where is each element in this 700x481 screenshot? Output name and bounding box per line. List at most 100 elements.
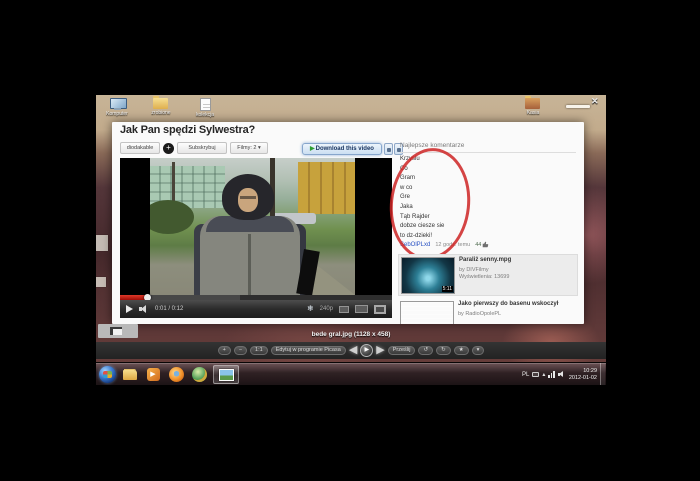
video-title: Jak Pan spędzi Sylwestra? bbox=[120, 124, 255, 136]
network-icon[interactable] bbox=[548, 371, 555, 378]
speaker-icon[interactable] bbox=[558, 371, 566, 379]
globe-icon bbox=[192, 367, 207, 382]
download-option-button-1[interactable] bbox=[384, 143, 393, 155]
jacket-zipper bbox=[248, 234, 251, 295]
small-player-button[interactable] bbox=[339, 306, 349, 313]
taskbar-media-player-button[interactable]: ▶ bbox=[144, 366, 162, 384]
desktop-icon-computer[interactable]: Komputer bbox=[98, 98, 136, 117]
related-video-1[interactable]: 5:11 Paraliż senny.mpg by DIVFilmy Wyświ… bbox=[398, 254, 578, 296]
taskbar-globe-app-button[interactable] bbox=[190, 366, 208, 384]
download-play-icon: ▶ bbox=[310, 146, 315, 152]
related-author: by DIVFilmy bbox=[459, 267, 511, 273]
related-thumbnail bbox=[400, 301, 454, 324]
desktop-icon-folder-1[interactable]: zrobione bbox=[142, 98, 180, 116]
video-frame bbox=[150, 158, 355, 295]
actual-size-button[interactable]: 1:1 bbox=[250, 346, 268, 355]
player-controls: 0:01 / 0:12 ❄ 240p bbox=[120, 300, 392, 318]
rotate-right-button[interactable]: ↻ bbox=[436, 346, 451, 355]
viewer-toolbar: + − 1:1 Edytuj w programie Picasa ◀ ▶ ▶ … bbox=[96, 342, 606, 359]
comment-age: 12 godz. temu bbox=[435, 242, 470, 248]
taskbar: ▶ PL ▴ 10:29 2012-01-02 bbox=[96, 362, 606, 385]
related-text: Paraliż senny.mpg by DIVFilmy Wyświetlen… bbox=[459, 257, 511, 293]
upload-button[interactable]: Prześlij bbox=[388, 346, 416, 355]
large-player-button[interactable] bbox=[355, 305, 368, 313]
fullscreen-button[interactable] bbox=[374, 305, 386, 314]
next-image-arrow[interactable]: ▶ bbox=[376, 345, 384, 356]
duration-badge: 5:11 bbox=[442, 286, 453, 292]
desktop-icon-label: Kasia bbox=[514, 110, 552, 116]
comment-line: to dz-dzieki! bbox=[400, 232, 530, 242]
quality-button[interactable]: 240p bbox=[320, 306, 333, 312]
related-title: Jako pierwszy do basenu wskoczył bbox=[458, 301, 558, 309]
comment-line: Krzysiu bbox=[400, 155, 530, 165]
person-face bbox=[238, 188, 258, 212]
taskbar-buttons: ▶ bbox=[99, 363, 239, 385]
download-label: Download this video bbox=[316, 146, 374, 152]
channel-button[interactable]: diodakable bbox=[120, 142, 160, 154]
download-video-button[interactable]: ▶Download this video bbox=[302, 143, 382, 155]
comment-meta: SebOlPLxd 12 godz. temu 44 bbox=[400, 241, 489, 248]
comment-line: Jaka bbox=[400, 203, 530, 213]
edit-in-picasa-button[interactable]: Edytuj w programie Picasa bbox=[271, 346, 346, 355]
building-right bbox=[298, 162, 355, 214]
likes-count: 44 bbox=[475, 242, 481, 248]
close-icon[interactable]: ✕ bbox=[591, 96, 599, 107]
person-glasses bbox=[240, 196, 256, 199]
desktop-icon-folder-2[interactable]: Kasia bbox=[514, 98, 552, 116]
related-title: Paraliż senny.mpg bbox=[459, 257, 511, 265]
snowflake-icon[interactable]: ❄ bbox=[307, 305, 314, 313]
zoom-out-button[interactable]: − bbox=[234, 346, 247, 355]
tray-clock[interactable]: 10:29 2012-01-02 bbox=[569, 368, 597, 381]
media-player-icon: ▶ bbox=[147, 368, 160, 381]
star-button[interactable]: ★ bbox=[454, 346, 469, 355]
computer-icon bbox=[110, 98, 125, 110]
document-icon bbox=[200, 98, 211, 111]
screenshot-stage: Komputer zrobione kolekcja Kasia ✕ Jak P… bbox=[0, 0, 700, 481]
firefox-icon bbox=[169, 367, 184, 382]
desktop-fragment bbox=[96, 235, 108, 251]
language-indicator[interactable]: PL bbox=[522, 372, 529, 378]
subscribe-button[interactable]: Subskrybuj bbox=[177, 142, 227, 154]
desktop-fragment bbox=[96, 277, 106, 287]
picture-icon bbox=[219, 369, 234, 381]
minimize-indicator[interactable] bbox=[566, 105, 590, 108]
collapse-toolbar-button[interactable]: ▾ bbox=[472, 346, 485, 355]
folder-icon bbox=[525, 98, 540, 109]
photo-viewer-image: Jak Pan spędzi Sylwestra? diodakable + S… bbox=[112, 122, 584, 324]
video-screen[interactable] bbox=[120, 158, 392, 295]
previous-image-arrow[interactable]: ◀ bbox=[349, 345, 357, 356]
start-button[interactable] bbox=[99, 366, 116, 383]
comment-line: Gre bbox=[400, 193, 530, 203]
taskbar-photo-viewer-button[interactable] bbox=[213, 365, 239, 384]
taskbar-explorer-button[interactable] bbox=[121, 366, 139, 384]
show-desktop-button[interactable] bbox=[600, 363, 605, 385]
bush bbox=[150, 200, 194, 234]
image-caption: bede gral.jpg (1128 x 458) bbox=[96, 331, 606, 338]
play-button[interactable] bbox=[126, 305, 133, 313]
related-views: Wyświetlenia: 13699 bbox=[459, 274, 511, 280]
related-video-2[interactable]: Jako pierwszy do basenu wskoczył by Radi… bbox=[398, 299, 578, 324]
slideshow-play-button[interactable]: ▶ bbox=[360, 344, 373, 357]
desktop: Komputer zrobione kolekcja Kasia ✕ Jak P… bbox=[96, 95, 606, 385]
desktop-icon-label: kolekcja bbox=[186, 112, 224, 118]
comments-header: Najlepsze komentarze bbox=[400, 142, 576, 153]
tray-date: 2012-01-02 bbox=[569, 375, 597, 382]
subscribe-plus-icon[interactable]: + bbox=[163, 143, 174, 154]
volume-icon[interactable] bbox=[139, 305, 149, 313]
video-player: 0:01 / 0:12 ❄ 240p bbox=[120, 158, 392, 318]
explorer-icon bbox=[123, 370, 137, 380]
desktop-icon-label: Komputer bbox=[98, 111, 136, 117]
hidden-icons-caret[interactable]: ▴ bbox=[542, 372, 545, 378]
desktop-icon-label: zrobione bbox=[142, 110, 180, 116]
zoom-in-button[interactable]: + bbox=[218, 346, 231, 355]
comment-line: Gram bbox=[400, 174, 530, 184]
time-display: 0:01 / 0:12 bbox=[155, 306, 183, 312]
comment-body: Krzysiu Co Gram w co Gre Jaka Tąb Rajder… bbox=[400, 155, 530, 241]
taskbar-firefox-button[interactable] bbox=[167, 366, 185, 384]
comment-likes: 44 bbox=[475, 241, 489, 248]
rotate-left-button[interactable]: ↺ bbox=[418, 346, 433, 355]
related-thumbnail: 5:11 bbox=[401, 257, 455, 294]
films-dropdown[interactable]: Filmy: 2 ▾ bbox=[230, 142, 268, 154]
comment-author-link[interactable]: SebOlPLxd bbox=[400, 242, 430, 248]
desktop-icon-file[interactable]: kolekcja bbox=[186, 98, 224, 118]
